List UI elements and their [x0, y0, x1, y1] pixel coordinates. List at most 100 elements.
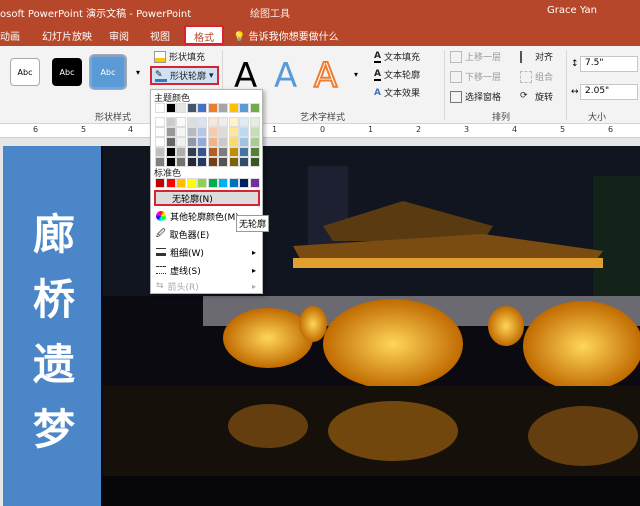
theme-color-swatch[interactable]	[218, 157, 228, 167]
theme-color-swatch[interactable]	[228, 103, 239, 113]
theme-color-swatch[interactable]	[249, 117, 260, 127]
theme-color-swatch[interactable]	[249, 137, 260, 147]
standard-color-swatch[interactable]	[155, 178, 165, 188]
theme-color-swatch[interactable]	[249, 103, 260, 113]
theme-color-swatch[interactable]	[197, 103, 207, 113]
styles-more-icon[interactable]: ▾	[136, 68, 140, 77]
selection-pane-button[interactable]: 选择窗格	[450, 90, 501, 103]
theme-color-swatch[interactable]	[176, 127, 186, 137]
theme-color-swatch[interactable]	[249, 127, 260, 137]
dashes-item[interactable]: 虚线(S) ▸	[154, 262, 260, 278]
theme-color-swatch[interactable]	[176, 117, 186, 127]
weight-item[interactable]: 粗细(W) ▸	[154, 244, 260, 260]
wordart-orange[interactable]: A	[313, 55, 338, 97]
theme-color-swatch[interactable]	[207, 127, 218, 137]
standard-color-swatch[interactable]	[186, 178, 197, 188]
tab-view[interactable]: 视图	[150, 28, 170, 43]
shape-outline-button[interactable]: ✎ 形状轮廓 ▾	[150, 66, 219, 85]
theme-color-swatch[interactable]	[228, 157, 239, 167]
theme-color-swatch[interactable]	[186, 137, 197, 147]
theme-color-swatch[interactable]	[239, 103, 249, 113]
theme-color-swatch[interactable]	[176, 103, 186, 113]
theme-color-swatch[interactable]	[186, 127, 197, 137]
no-outline-item[interactable]: 无轮廓(N)	[154, 190, 260, 206]
align-button[interactable]: 对齐	[520, 50, 553, 63]
standard-color-swatch[interactable]	[249, 178, 260, 188]
group-button[interactable]: 组合	[520, 70, 553, 83]
send-backward-button[interactable]: 下移一层	[450, 70, 501, 83]
theme-color-swatch[interactable]	[176, 137, 186, 147]
theme-color-swatch[interactable]	[186, 147, 197, 157]
theme-color-swatch[interactable]	[218, 147, 228, 157]
theme-color-swatch[interactable]	[165, 103, 176, 113]
title-bar-shape[interactable]: 廊 桥 遗 梦	[3, 146, 101, 506]
theme-color-swatch[interactable]	[249, 147, 260, 157]
text-fill-button[interactable]: A 文本填充	[374, 50, 420, 63]
rotate-button[interactable]: ⟳ 旋转	[520, 90, 553, 104]
shape-style-white[interactable]: Abc	[10, 58, 40, 86]
standard-color-swatch[interactable]	[176, 178, 186, 188]
tell-me-search[interactable]: 💡 告诉我你想要做什么	[233, 28, 339, 43]
theme-color-swatch[interactable]	[239, 137, 249, 147]
theme-color-swatch[interactable]	[228, 147, 239, 157]
theme-color-swatch[interactable]	[186, 157, 197, 167]
standard-color-swatch[interactable]	[165, 178, 176, 188]
height-input[interactable]: 7.5"	[580, 56, 638, 72]
theme-color-swatch[interactable]	[207, 137, 218, 147]
theme-color-swatch[interactable]	[186, 117, 197, 127]
shape-style-black[interactable]: Abc	[52, 58, 82, 86]
width-input[interactable]: 2.05"	[580, 84, 638, 100]
theme-color-swatch[interactable]	[197, 137, 207, 147]
theme-color-swatch[interactable]	[155, 117, 165, 127]
shape-style-blue[interactable]: Abc	[89, 54, 127, 90]
theme-color-swatch[interactable]	[165, 117, 176, 127]
slide[interactable]: 廊 桥 遗 梦	[3, 146, 640, 506]
theme-color-swatch[interactable]	[155, 103, 165, 113]
theme-color-swatch[interactable]	[249, 157, 260, 167]
shape-fill-button[interactable]: 形状填充	[154, 50, 205, 63]
theme-color-swatch[interactable]	[155, 127, 165, 137]
theme-color-swatch[interactable]	[228, 137, 239, 147]
theme-color-swatch[interactable]	[165, 137, 176, 147]
arrows-item[interactable]: ⇆ 箭头(R) ▸	[154, 278, 260, 294]
standard-color-swatch[interactable]	[228, 178, 239, 188]
theme-color-swatch[interactable]	[165, 127, 176, 137]
theme-color-swatch[interactable]	[207, 157, 218, 167]
theme-color-swatch[interactable]	[186, 103, 197, 113]
theme-color-swatch[interactable]	[218, 127, 228, 137]
theme-color-swatch[interactable]	[155, 137, 165, 147]
standard-color-swatch[interactable]	[218, 178, 228, 188]
wordart-blue[interactable]: A	[274, 56, 297, 96]
user-name[interactable]: Grace Yan	[547, 5, 597, 16]
theme-color-swatch[interactable]	[207, 103, 218, 113]
theme-color-swatch[interactable]	[197, 117, 207, 127]
theme-color-swatch[interactable]	[218, 137, 228, 147]
theme-color-swatch[interactable]	[239, 147, 249, 157]
theme-color-swatch[interactable]	[218, 117, 228, 127]
theme-color-swatch[interactable]	[207, 147, 218, 157]
theme-color-swatch[interactable]	[218, 103, 228, 113]
theme-color-swatch[interactable]	[197, 127, 207, 137]
theme-color-swatch[interactable]	[239, 117, 249, 127]
standard-color-swatch[interactable]	[207, 178, 218, 188]
theme-color-swatch[interactable]	[155, 147, 165, 157]
tab-animations[interactable]: 动画	[0, 28, 20, 43]
tab-format[interactable]: 格式	[184, 25, 224, 45]
text-effects-button[interactable]: A 文本效果	[374, 86, 420, 100]
theme-color-swatch[interactable]	[165, 147, 176, 157]
theme-color-swatch[interactable]	[176, 147, 186, 157]
theme-color-swatch[interactable]	[197, 157, 207, 167]
standard-color-swatch[interactable]	[239, 178, 249, 188]
theme-color-swatch[interactable]	[239, 127, 249, 137]
bring-forward-button[interactable]: 上移一层	[450, 50, 501, 63]
text-outline-button[interactable]: A 文本轮廓	[374, 68, 420, 81]
tab-review[interactable]: 审阅	[109, 28, 129, 43]
tab-slideshow[interactable]: 幻灯片放映	[42, 28, 92, 43]
standard-color-swatch[interactable]	[197, 178, 207, 188]
theme-color-swatch[interactable]	[197, 147, 207, 157]
theme-color-swatch[interactable]	[228, 117, 239, 127]
wordart-more-icon[interactable]: ▾	[354, 70, 358, 79]
theme-color-swatch[interactable]	[228, 127, 239, 137]
theme-color-swatch[interactable]	[239, 157, 249, 167]
theme-color-swatch[interactable]	[207, 117, 218, 127]
